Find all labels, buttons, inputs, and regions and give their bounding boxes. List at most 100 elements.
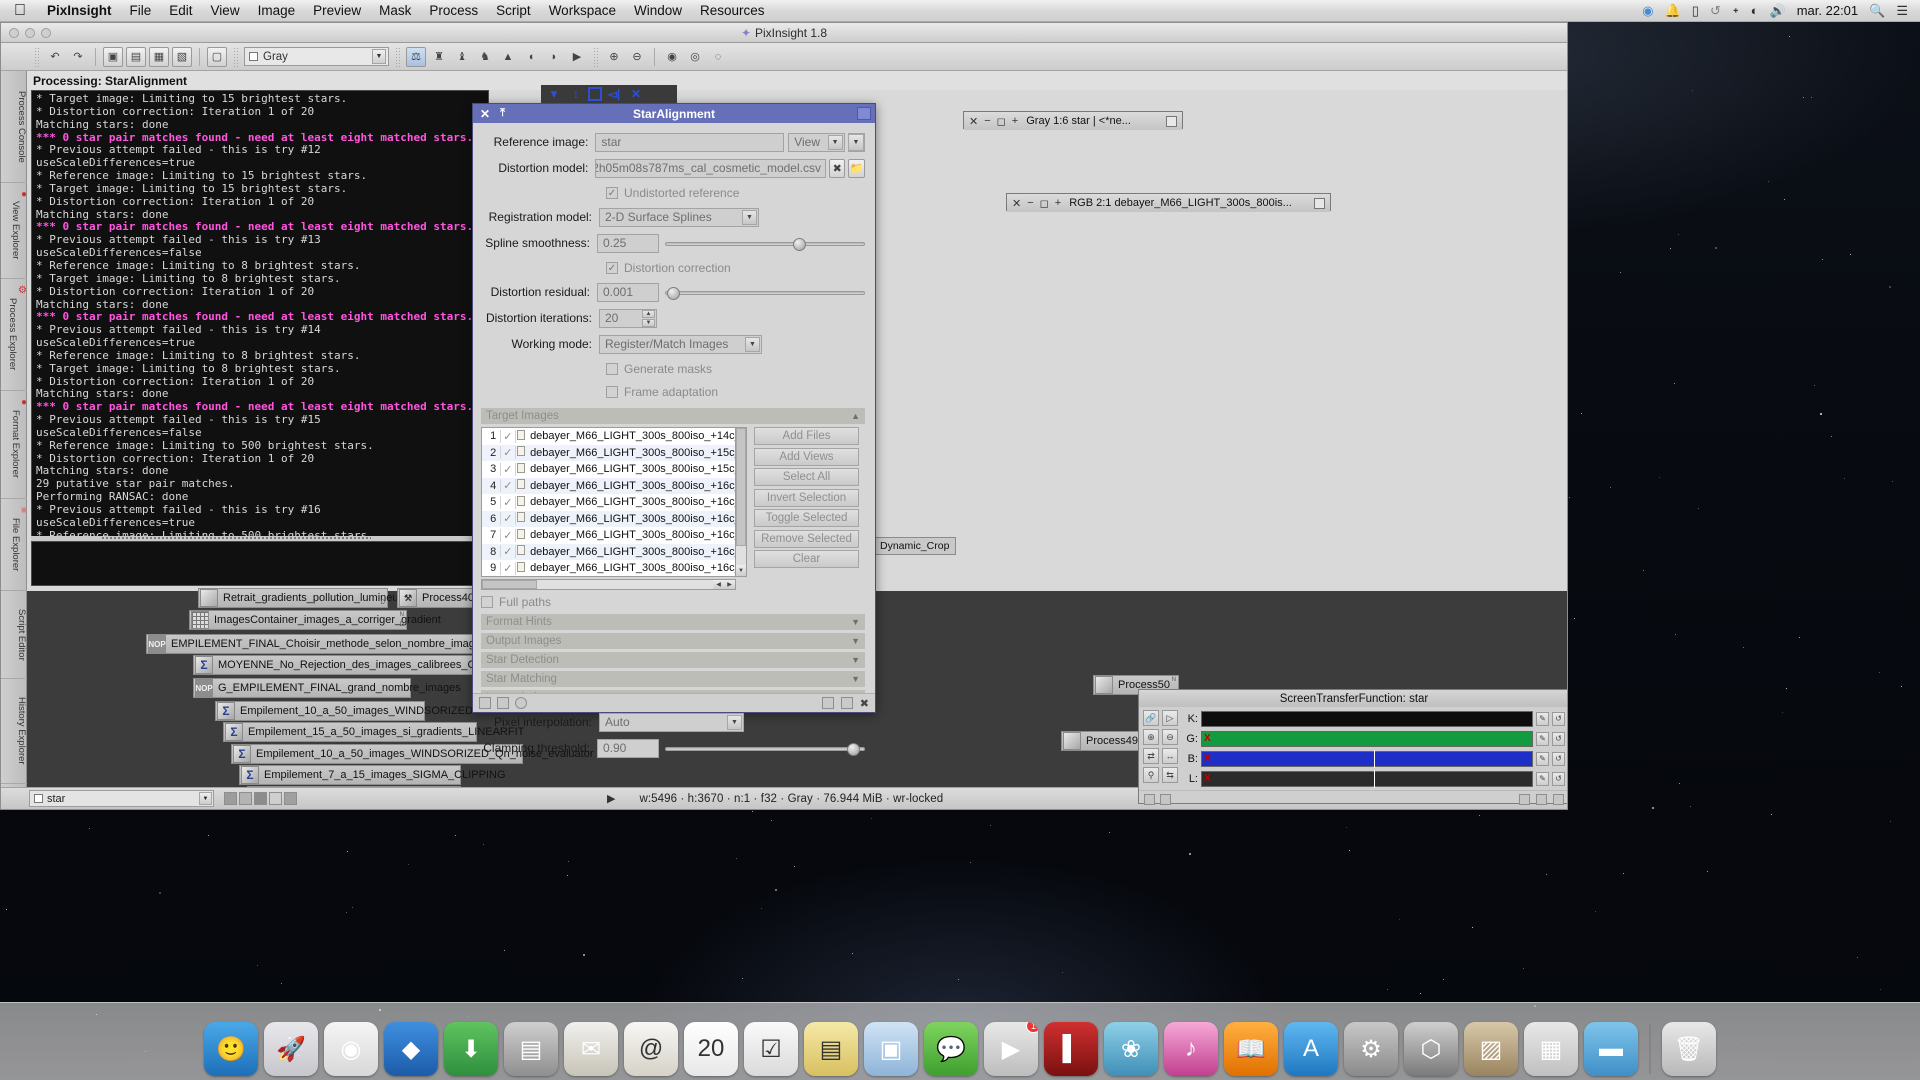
dock-item-gimp[interactable]: ▨ [1464,1022,1518,1076]
process-icon[interactable]: Retrait_gradients_pollution_lumineuseD [198,588,388,608]
sidebar-item-file-explorer[interactable]: ■File Explorer [1,499,27,591]
dock-item-facetime[interactable]: ▶1 [984,1022,1038,1076]
chevron-up-icon[interactable]: ▲ [851,411,860,421]
dock-item-system-prefs[interactable]: ⚙ [1344,1022,1398,1076]
play-icon[interactable]: ▶ [607,792,615,805]
chevron-down-icon[interactable]: ▼ [372,49,386,64]
stf-reset-icon[interactable]: ↺ [1552,772,1565,786]
readout-mode-icon[interactable]: ⚖ [406,47,426,67]
reference-image-extra-combo[interactable]: ▼ [848,133,865,152]
table-row[interactable]: 4✓debayer_M66_LIGHT_300s_800iso_+16c_CL5 [482,478,735,495]
chevron-down-icon[interactable]: ▼ [848,134,864,151]
section-star-detection[interactable]: Star Detection ▼ [481,652,865,668]
process-icon[interactable]: ΣEmpilement_10_a_50_images_WINDSORIZED [215,701,425,721]
stf-edit-icon[interactable]: ✎ [1536,772,1549,786]
button-add-views[interactable]: Add Views [754,448,859,466]
stf-edit-icon[interactable]: ✎ [1536,752,1549,766]
working-mode-combo[interactable]: Register/Match Images ▼ [599,335,762,354]
button-invert-selection[interactable]: Invert Selection [754,489,859,507]
browse-doc-icon[interactable] [822,697,834,709]
sidebar-item-format-explorer[interactable]: ●Format Explorer [1,391,27,499]
toolbar-grip-4[interactable] [593,47,598,67]
chevron-down-icon[interactable]: ▼ [745,337,760,352]
chevron-down-icon[interactable]: ▼ [736,565,746,576]
row-check-icon[interactable]: ✓ [500,562,515,575]
console-output[interactable]: * Target image: Limiting to 15 brightest… [31,90,489,540]
chevron-down-icon[interactable]: ▼ [727,715,742,730]
chevron-left-icon[interactable]: ◀ [713,580,724,589]
row-check-icon[interactable]: ✓ [500,512,515,525]
dock-item-reminders[interactable]: ☑ [744,1022,798,1076]
arrows-icon[interactable]: ↔ [1162,748,1178,764]
dock-item-folder[interactable]: ▬ [1584,1022,1638,1076]
undo-icon[interactable]: ↶ [45,47,65,67]
dock-left-icon[interactable]: ◅| [604,86,624,102]
target-list-horizontal-scrollbar[interactable]: ◀ ▶ [481,579,736,590]
new-instance-icon[interactable] [1519,794,1530,805]
clamping-threshold-slider[interactable] [665,739,865,758]
window-menu-icon[interactable] [1166,116,1177,127]
apply-icon[interactable] [1144,794,1155,805]
dock-item-messages[interactable]: 💬 [924,1022,978,1076]
target-list-vertical-scrollbar[interactable]: ▼ [736,427,747,577]
dock-item-notes[interactable]: ▤ [804,1022,858,1076]
chevron-down-icon[interactable]: ▼ [851,674,860,684]
menu-item-window[interactable]: Window [625,3,691,18]
process-icon[interactable]: ImagesContainer_images_a_corriger_gradie… [189,610,407,630]
stf-channel-row[interactable]: G:X✎↺ [1184,730,1565,747]
save-as-icon[interactable]: ▧ [172,47,192,67]
link-icon[interactable]: 🔗 [1143,710,1159,726]
invert-mask-icon[interactable]: ♞ [475,47,495,67]
move-vertical-icon[interactable]: ↕ [566,86,586,102]
stf-reset-icon[interactable]: ↺ [1552,732,1565,746]
table-row[interactable]: 2✓debayer_M66_LIGHT_300s_800iso_+15c_CL5 [482,445,735,462]
range-mask-icon[interactable]: ♜ [429,47,449,67]
browse-folder-icon[interactable]: 📁 [848,159,865,178]
window-menu-icon-2[interactable] [1314,198,1325,209]
generate-masks-row[interactable]: Generate masks [481,359,865,379]
statusbar-swatch[interactable] [254,792,267,805]
zoom-fit-icon[interactable]: ◉ [662,47,682,67]
table-row[interactable]: 8✓debayer_M66_LIGHT_300s_800iso_+16c_CL5 [482,544,735,561]
button-add-files[interactable]: Add Files [754,427,859,445]
documentation-icon[interactable] [841,697,853,709]
minimize-button[interactable] [25,28,35,38]
image-window-rgb[interactable]: ✕ − ◻ + RGB 2:1 debayer_M66_LIGHT_300s_8… [1006,193,1331,211]
bluetooth-icon[interactable]: ᛭ [1732,3,1740,18]
dialog-menu-icon[interactable] [857,107,871,120]
notification-center-icon[interactable]: ☰ [1896,3,1908,19]
process-icon[interactable]: ΣEmpilement_15_a_50_images_si_gradients_… [223,722,477,742]
table-row[interactable]: 6✓debayer_M66_LIGHT_300s_800iso_+16c_CL5 [482,511,735,528]
zoom-1-1-icon[interactable]: ◎ [685,47,705,67]
full-paths-row[interactable]: Full paths [481,594,865,610]
dock-item-chrome[interactable]: ◉ [324,1022,378,1076]
pointer-icon[interactable]: ▶ [567,47,587,67]
sidebar-item-process-console[interactable]: Process Console [1,71,27,183]
toolbar-grip[interactable] [34,47,39,67]
clear-distortion-model-icon[interactable]: ✖ [829,159,846,178]
process-icon[interactable]: NOPEMPILEMENT_FINAL_Choisir_methode_selo… [146,634,476,654]
search-icon[interactable]: 🔍 [1869,3,1885,19]
distortion-correction-checkbox[interactable]: ✓ [606,262,618,274]
table-row[interactable]: 3✓debayer_M66_LIGHT_300s_800iso_+15c_CL5 [482,461,735,478]
stf-channel-bar[interactable] [1201,711,1533,727]
close-icon[interactable]: ✕ [969,115,978,128]
pointer-icon[interactable]: ▷ [1162,710,1178,726]
dock-item-mail[interactable]: ✉ [564,1022,618,1076]
menu-item-view[interactable]: View [202,3,249,18]
table-row[interactable]: 5✓debayer_M66_LIGHT_300s_800iso_+16c_CL5 [482,494,735,511]
dock-item-calendar[interactable]: 20 [684,1022,738,1076]
dock-item-app-store[interactable]: A [1284,1022,1338,1076]
menu-item-workspace[interactable]: Workspace [540,3,625,18]
minimize-icon[interactable]: − [1027,197,1033,209]
maximize-icon[interactable] [588,87,602,101]
open-image-icon[interactable]: ▤ [126,47,146,67]
toolbar-grip-2[interactable] [233,47,238,67]
row-check-icon[interactable]: ✓ [500,529,515,542]
key-icon[interactable]: ⚲ [1143,767,1159,783]
distortion-model-input[interactable]: 10518-02h05m08s787ms_cal_cosmetic_model.… [595,159,826,178]
stf-channel-bar[interactable]: X [1201,771,1533,787]
statusbar-swatch[interactable] [284,792,297,805]
zoom-out-icon[interactable]: ⊖ [1162,729,1178,745]
view-selector-combo[interactable]: Gray ▼ [244,47,389,66]
